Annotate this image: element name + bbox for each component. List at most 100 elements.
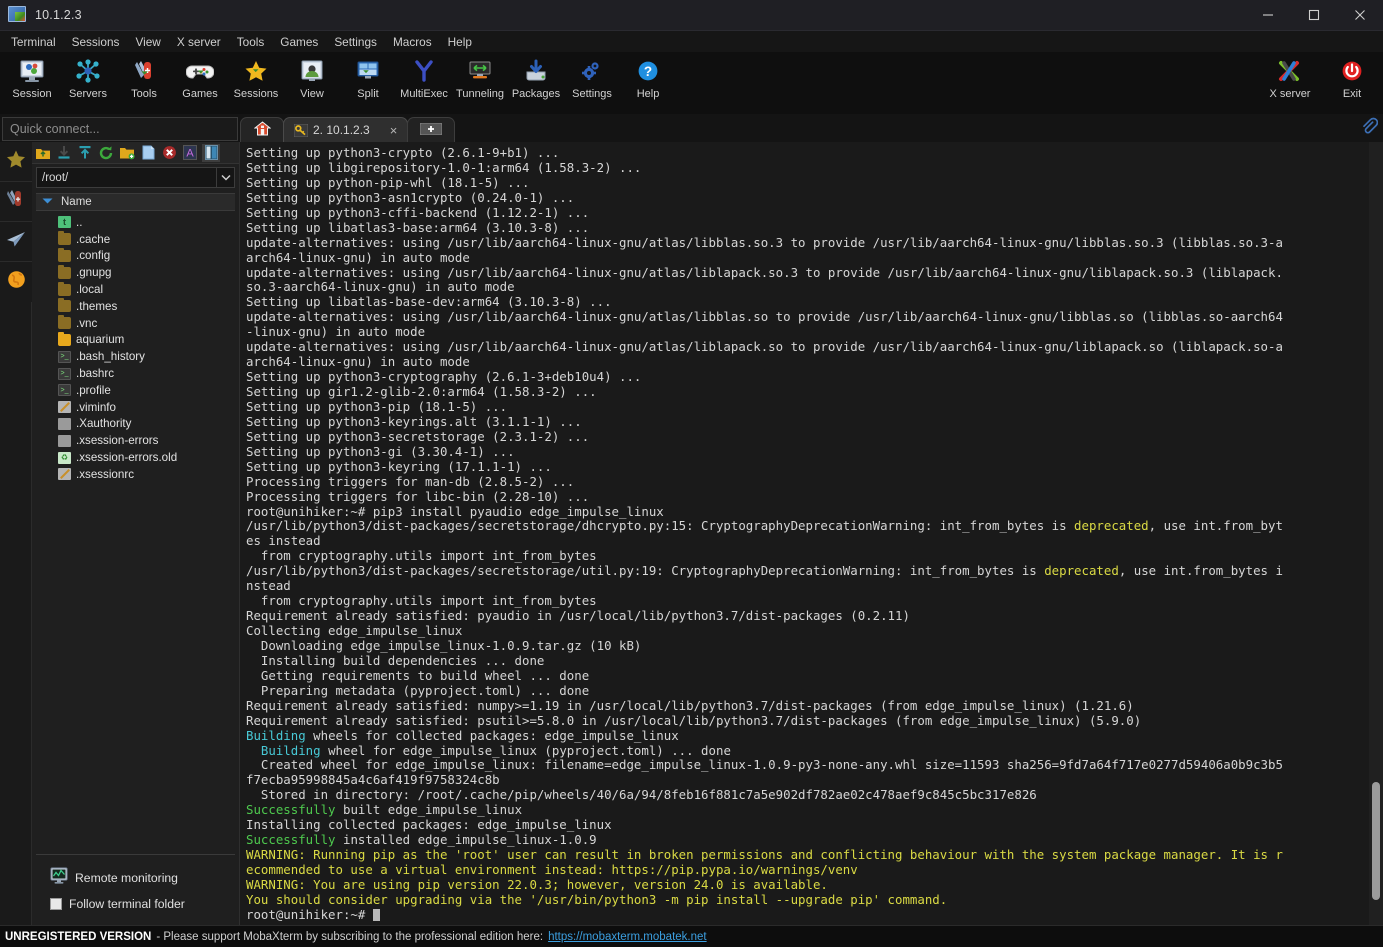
new-file-icon[interactable] (139, 144, 157, 162)
close-icon[interactable] (1337, 0, 1383, 31)
toolbar-button-x-server[interactable]: X server (1259, 52, 1321, 100)
file-name: .gnupg (76, 266, 111, 279)
maximize-icon[interactable] (1291, 0, 1337, 31)
toolbar-button-help[interactable]: ? Help (620, 52, 676, 100)
tab-home[interactable] (240, 117, 284, 142)
menu-macros[interactable]: Macros (385, 33, 440, 51)
toolbar-button-multiexec[interactable]: MultiExec (396, 52, 452, 100)
list-item[interactable]: .vnc (36, 315, 235, 332)
menu-terminal[interactable]: Terminal (3, 33, 64, 51)
terminal-line: Stored in directory: /root/.cache/pip/wh… (246, 788, 1383, 803)
minimize-icon[interactable] (1245, 0, 1291, 31)
follow-terminal-folder-row[interactable]: Follow terminal folder (36, 893, 235, 915)
list-item[interactable]: .xsession-errors (36, 432, 235, 449)
remote-monitoring-button[interactable]: Remote monitoring (36, 863, 235, 893)
terminal-cursor (373, 909, 380, 921)
new-folder-icon[interactable] (118, 144, 136, 162)
split-panes-icon (355, 56, 381, 86)
folder-icon (58, 267, 71, 279)
terminal-line: WARNING: Running pip as the 'root' user … (246, 848, 1383, 863)
toolbar-button-settings[interactable]: Settings (564, 52, 620, 100)
terminal-line: Setting up libatlas3-base:arm64 (3.10.3-… (246, 221, 1383, 236)
session-monitor-icon (19, 56, 45, 86)
parent-folder-icon[interactable] (34, 144, 52, 162)
toolbar-button-view[interactable]: View (284, 52, 340, 100)
folder-icon (58, 300, 71, 312)
new-tab-button[interactable] (407, 117, 455, 142)
tab-label: 2. 10.1.2.3 (313, 123, 370, 137)
terminal-line: update-alternatives: using /usr/lib/aarc… (246, 236, 1383, 251)
sftp-path-field[interactable]: /root/ (36, 167, 235, 188)
text-mode-icon[interactable]: A (181, 144, 199, 162)
terminal-line: Setting up python-pip-whl (18.1-5) ... (246, 176, 1383, 191)
list-item[interactable]: ♻.xsession-errors.old (36, 449, 235, 466)
toolbar-button-packages[interactable]: Packages (508, 52, 564, 100)
upload-icon[interactable] (76, 144, 94, 162)
terminal-output-pane[interactable]: Setting up python3-crypto (2.6.1-9+b1) .… (240, 142, 1383, 925)
paperclip-icon[interactable] (1360, 117, 1378, 140)
list-item[interactable]: t.. (36, 214, 235, 231)
menu-view[interactable]: View (127, 33, 168, 51)
rail-item-globe[interactable] (0, 262, 32, 302)
terminal-scrollbar-thumb[interactable] (1372, 782, 1380, 900)
terminal-line: Building wheel for edge_impulse_linux (p… (246, 744, 1383, 759)
multiexec-fork-icon (411, 56, 437, 86)
menu-help[interactable]: Help (440, 33, 480, 51)
list-item[interactable]: .xsessionrc (36, 466, 235, 483)
tab-session-1[interactable]: 2. 10.1.2.3 × (283, 117, 408, 142)
menu-settings[interactable]: Settings (326, 33, 385, 51)
toggle-panel-icon[interactable] (202, 144, 220, 162)
chevron-down-icon[interactable] (216, 168, 234, 187)
quick-connect-input[interactable]: Quick connect... (2, 117, 238, 141)
sftp-column-header[interactable]: Name (36, 193, 235, 211)
terminal-line: f7ecba95998845a4c6af419f9758324c8b (246, 773, 1383, 788)
list-item[interactable]: .Xauthority (36, 416, 235, 433)
list-item[interactable]: >_.bashrc (36, 365, 235, 382)
file-name: .local (76, 283, 103, 296)
delete-icon[interactable] (160, 144, 178, 162)
tab-close-icon[interactable]: × (390, 123, 398, 138)
file-name: .xsessionrc (76, 468, 134, 481)
toolbar-label: MultiExec (400, 88, 448, 100)
toolbar-button-servers[interactable]: Servers (60, 52, 116, 100)
terminal-line: Collecting edge_impulse_linux (246, 624, 1383, 639)
refresh-icon[interactable] (97, 144, 115, 162)
terminal-line: update-alternatives: using /usr/lib/aarc… (246, 266, 1383, 281)
list-item[interactable]: .viminfo (36, 399, 235, 416)
rail-item-favorites[interactable] (0, 142, 32, 182)
swissknife-icon (5, 189, 27, 215)
list-item[interactable]: aquarium (36, 332, 235, 349)
download-icon[interactable] (55, 144, 73, 162)
rail-item-tools[interactable] (0, 182, 32, 222)
sftp-file-list[interactable]: t.. .cache .config .gnupg .local .themes… (36, 211, 235, 854)
terminal-line: Setting up libgirepository-1.0-1:arm64 (… (246, 161, 1383, 176)
terminal-line: Setting up python3-keyrings.alt (3.1.1-1… (246, 415, 1383, 430)
menu-tools[interactable]: Tools (229, 33, 273, 51)
sessions-star-icon (243, 56, 269, 86)
globe-icon (7, 270, 26, 294)
toolbar-button-exit[interactable]: Exit (1321, 52, 1383, 100)
follow-terminal-folder-checkbox[interactable] (50, 898, 62, 910)
list-item[interactable]: .local (36, 281, 235, 298)
svg-text:A: A (186, 148, 194, 160)
toolbar-label: Servers (69, 88, 107, 100)
toolbar-button-tools[interactable]: Tools (116, 52, 172, 100)
list-item[interactable]: .themes (36, 298, 235, 315)
title-bar: 10.1.2.3 (0, 0, 1383, 31)
toolbar-button-split[interactable]: Split (340, 52, 396, 100)
rail-item-send[interactable] (0, 222, 32, 262)
toolbar-button-session[interactable]: Session (4, 52, 60, 100)
list-item[interactable]: .gnupg (36, 264, 235, 281)
list-item[interactable]: >_.profile (36, 382, 235, 399)
list-item[interactable]: >_.bash_history (36, 348, 235, 365)
toolbar-button-games[interactable]: Games (172, 52, 228, 100)
list-item[interactable]: .config (36, 248, 235, 265)
folder-icon (58, 233, 71, 245)
list-item[interactable]: .cache (36, 231, 235, 248)
mobaxterm-website-link[interactable]: https://mobaxterm.mobatek.net (548, 931, 707, 943)
menu-games[interactable]: Games (272, 33, 326, 51)
toolbar-button-tunneling[interactable]: Tunneling (452, 52, 508, 100)
menu-sessions[interactable]: Sessions (64, 33, 128, 51)
menu-x-server[interactable]: X server (169, 33, 229, 51)
toolbar-button-sessions[interactable]: Sessions (228, 52, 284, 100)
